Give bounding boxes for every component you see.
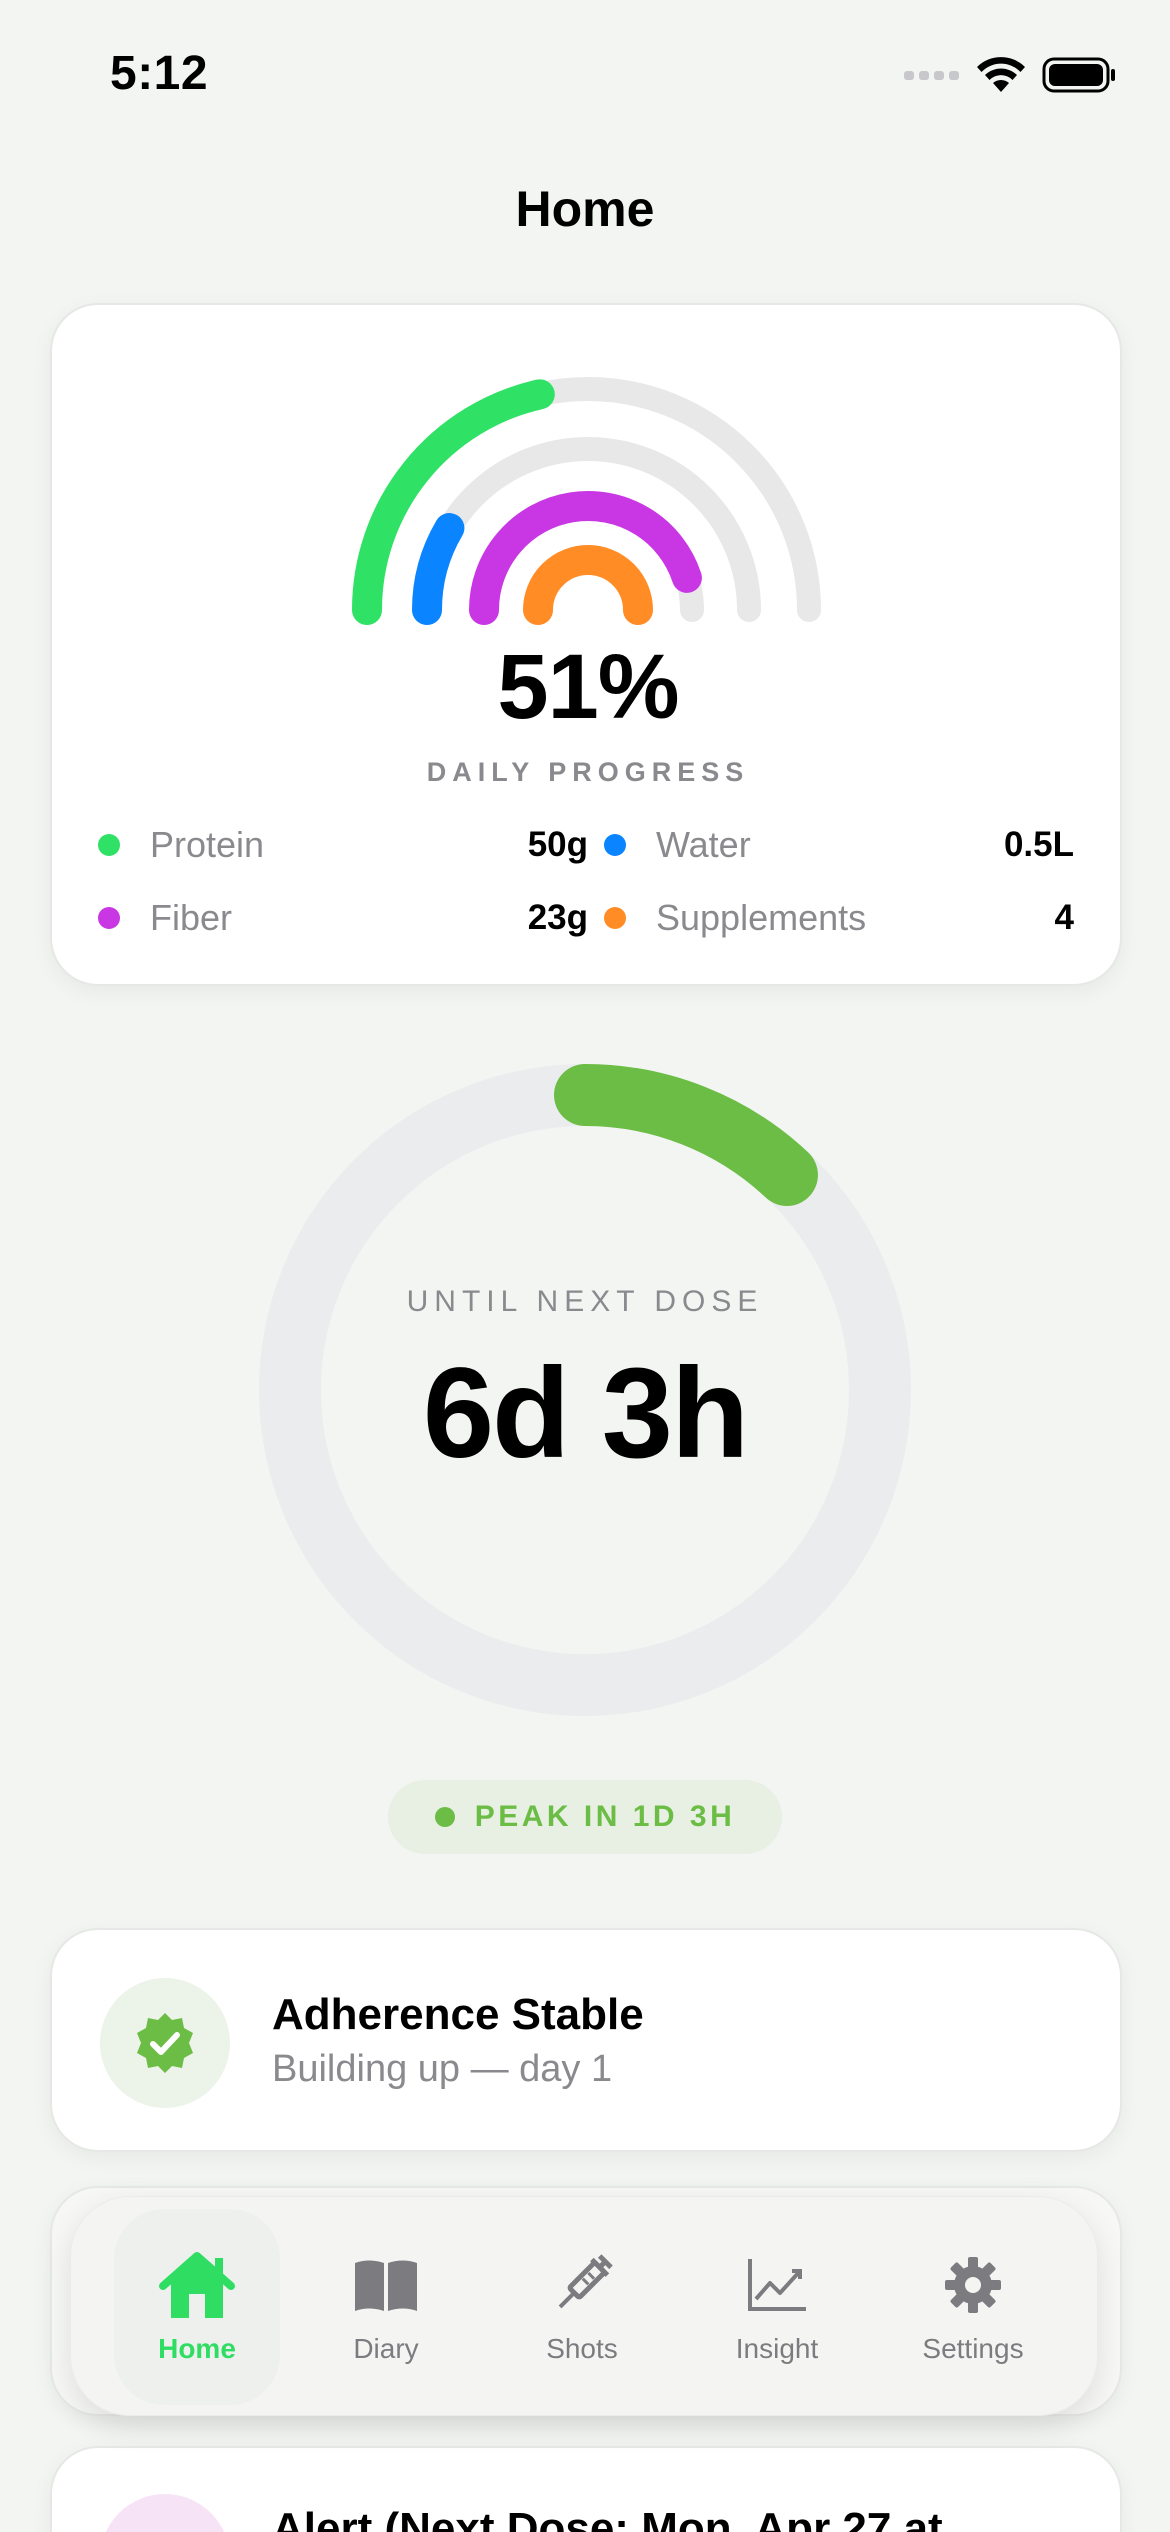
protein-dot xyxy=(98,834,120,856)
dose-ring-progress xyxy=(554,1064,818,1206)
legend-item-fiber: Fiber 23g xyxy=(98,888,588,948)
house-icon xyxy=(155,2245,239,2325)
status-bar: 5:12 xyxy=(0,0,1170,150)
daily-progress-percent: 51% xyxy=(497,636,679,738)
water-ring-progress xyxy=(412,513,465,625)
tab-diary[interactable]: Diary xyxy=(303,2209,469,2405)
alert-icon xyxy=(100,2494,230,2532)
peak-text: PEAK IN 1D 3H xyxy=(474,1800,736,1833)
status-icons xyxy=(904,50,1116,100)
tab-label: Settings xyxy=(922,2333,1024,2364)
tab-shots[interactable]: Shots xyxy=(499,2209,665,2405)
fiber-dot xyxy=(98,907,120,929)
legend-value: 4 xyxy=(1054,898,1074,937)
legend-name: Supplements xyxy=(656,897,867,938)
adherence-subtitle: Building up — day 1 xyxy=(272,2048,613,2090)
tab-label: Insight xyxy=(735,2333,819,2364)
peak-badge[interactable]: PEAK IN 1D 3H xyxy=(388,1780,782,1854)
alert-title: Alert (Next Dose: Mon, Apr 27 at xyxy=(272,2504,943,2532)
supplements-ring-progress xyxy=(523,545,653,625)
tab-settings[interactable]: Settings xyxy=(890,2209,1056,2405)
gear-icon xyxy=(931,2245,1015,2325)
legend-value: 23g xyxy=(527,898,588,937)
tab-insight[interactable]: Insight xyxy=(694,2209,860,2405)
peak-dot xyxy=(434,1807,455,1827)
legend-item-protein: Protein 50g xyxy=(98,815,588,875)
syringe-icon xyxy=(540,2245,624,2325)
legend-value: 0.5L xyxy=(1003,825,1074,864)
wifi-icon xyxy=(977,57,1025,92)
verified-badge-icon xyxy=(137,2013,193,2073)
legend-item-supplements: Supplements 4 xyxy=(604,888,1074,948)
cellular-signal-icon xyxy=(904,71,959,80)
daily-progress-label: DAILY PROGRESS xyxy=(426,757,750,787)
legend-item-water: Water 0.5L xyxy=(604,815,1074,875)
tab-label: Shots xyxy=(546,2333,618,2364)
until-next-dose-value: 6d 3h xyxy=(422,1342,749,1485)
adherence-card[interactable]: Adherence Stable Building up — day 1 xyxy=(50,1928,1122,2152)
alert-card[interactable]: Alert (Next Dose: Mon, Apr 27 at xyxy=(50,2446,1122,2532)
legend-name: Water xyxy=(656,824,751,865)
book-icon xyxy=(344,2245,428,2325)
legend-name: Protein xyxy=(150,824,265,865)
water-dot xyxy=(604,834,626,856)
tab-bar: Home Diary Shots Insight Settings xyxy=(70,2196,1098,2416)
battery-icon xyxy=(1042,57,1115,93)
status-time: 5:12 xyxy=(110,47,209,100)
adherence-icon-wrap xyxy=(100,1978,230,2108)
daily-progress-card[interactable]: 51% DAILY PROGRESS Protein 50g Water 0.5… xyxy=(50,303,1122,986)
tab-home[interactable]: Home xyxy=(114,2209,280,2405)
page-title: Home xyxy=(515,181,655,237)
until-next-dose-label: UNTIL NEXT DOSE xyxy=(406,1285,764,1318)
tab-label: Diary xyxy=(353,2333,419,2364)
chart-line-icon xyxy=(735,2245,819,2325)
tab-label: Home xyxy=(158,2333,236,2364)
legend-value: 50g xyxy=(527,825,588,864)
adherence-title: Adherence Stable xyxy=(272,1990,644,2039)
legend-name: Fiber xyxy=(150,897,233,938)
supplements-dot xyxy=(604,907,626,929)
